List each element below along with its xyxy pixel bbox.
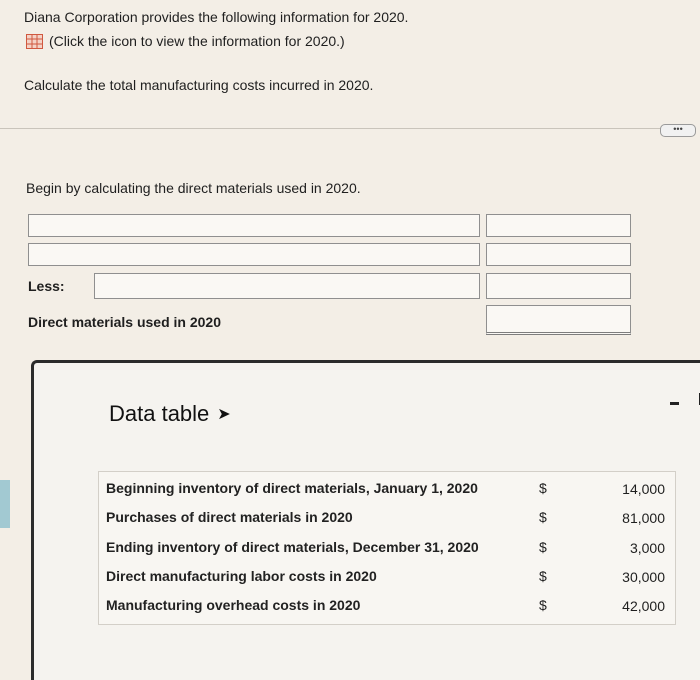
row-label: Direct manufacturing labor costs in 2020 xyxy=(106,568,377,584)
currency-symbol: $ xyxy=(539,568,547,584)
table-grid-icon[interactable] xyxy=(26,33,43,49)
currency-symbol: $ xyxy=(539,597,547,613)
row-value: 30,000 xyxy=(622,569,665,585)
amount-input-3[interactable] xyxy=(486,273,631,299)
row-value: 42,000 xyxy=(622,598,665,614)
table-row: Beginning inventory of direct materials,… xyxy=(99,472,675,501)
data-table-title: Data table xyxy=(109,401,210,426)
less-label: Less: xyxy=(28,278,65,294)
question-text: Calculate the total manufacturing costs … xyxy=(24,77,374,93)
currency-symbol: $ xyxy=(539,480,547,496)
amount-input-2[interactable] xyxy=(486,243,631,266)
label-input-2[interactable] xyxy=(28,243,480,266)
row-value: 81,000 xyxy=(622,510,665,526)
background-strip xyxy=(0,480,10,528)
data-table-title-wrap: Data table ➤ xyxy=(109,401,231,427)
dm-used-amount-input[interactable] xyxy=(486,305,631,335)
row-label: Manufacturing overhead costs in 2020 xyxy=(106,597,361,613)
minimize-icon[interactable] xyxy=(670,402,679,405)
currency-symbol: $ xyxy=(539,509,547,525)
mouse-pointer-icon: ➤ xyxy=(217,406,231,423)
amount-input-1[interactable] xyxy=(486,214,631,237)
label-input-3[interactable] xyxy=(94,273,480,299)
row-label: Ending inventory of direct materials, De… xyxy=(106,539,479,555)
dm-used-label: Direct materials used in 2020 xyxy=(28,314,221,330)
row-label: Beginning inventory of direct materials,… xyxy=(106,480,478,496)
more-button[interactable]: ••• xyxy=(660,124,696,137)
table-row: Ending inventory of direct materials, De… xyxy=(99,531,675,560)
row-value: 3,000 xyxy=(629,540,665,556)
data-table-modal: Data table ➤ Beginning inventory of dire… xyxy=(31,360,700,680)
currency-symbol: $ xyxy=(539,539,547,555)
table-row: Manufacturing overhead costs in 2020 $ 4… xyxy=(99,589,675,618)
table-row: Purchases of direct materials in 2020 $ … xyxy=(99,501,675,530)
divider xyxy=(0,128,662,129)
row-label: Purchases of direct materials in 2020 xyxy=(106,509,353,525)
problem-intro: Diana Corporation provides the following… xyxy=(24,9,409,25)
table-row: Direct manufacturing labor costs in 2020… xyxy=(99,560,675,589)
data-link[interactable]: (Click the icon to view the information … xyxy=(26,33,345,49)
data-table: Beginning inventory of direct materials,… xyxy=(98,471,676,625)
label-input-1[interactable] xyxy=(28,214,480,237)
instruction-text: Begin by calculating the direct material… xyxy=(26,180,361,196)
row-value: 14,000 xyxy=(622,481,665,497)
data-link-text[interactable]: (Click the icon to view the information … xyxy=(49,33,345,49)
